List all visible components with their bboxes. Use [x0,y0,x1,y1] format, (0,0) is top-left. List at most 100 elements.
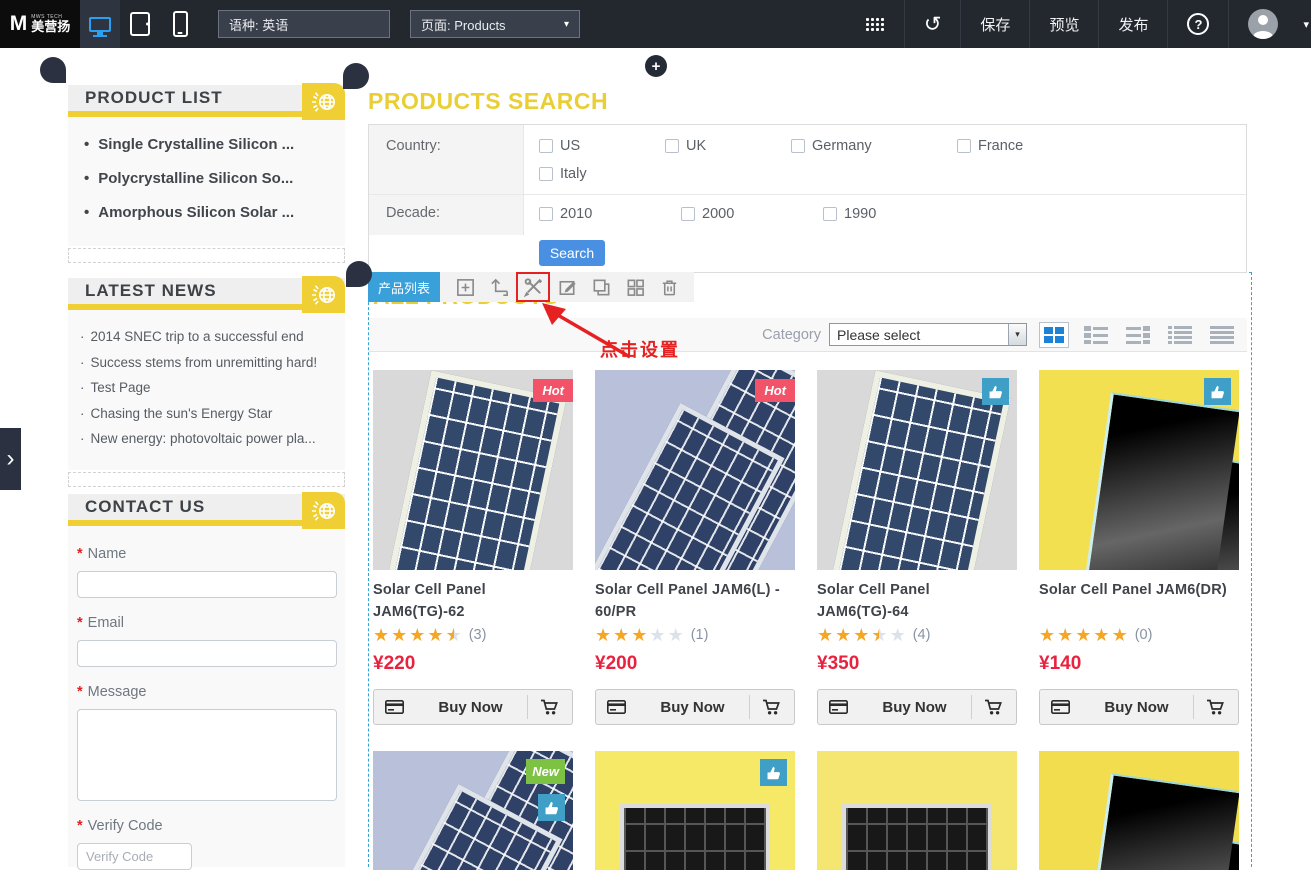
product-image[interactable]: Hot [595,370,795,570]
product-name[interactable]: Solar Cell Panel JAM6(DR) [1039,580,1239,622]
star-empty-icon: ★ [890,626,906,644]
product-image[interactable] [595,751,795,870]
help-icon: ? [1187,13,1209,35]
filter-checkbox-germany[interactable]: Germany [791,137,957,156]
drag-handle[interactable] [346,261,372,287]
filter-checkbox-us[interactable]: US [539,137,665,156]
category-dropdown[interactable]: Please select ▾ [829,323,1027,346]
view-grid-button[interactable] [1039,322,1069,348]
desktop-icon [89,17,111,32]
buy-now-button[interactable]: Buy Now [373,689,573,725]
brand-name: 美营扬 [31,20,70,33]
edit-widget-icon[interactable] [550,272,584,302]
buy-now-button[interactable]: Buy Now [1039,689,1239,725]
search-button[interactable]: Search [539,240,605,266]
category-bar: Category Please select ▾ [369,318,1247,352]
filter-checkbox-france[interactable]: France [957,137,1083,156]
product-card [817,751,1017,870]
news-link[interactable]: ·Test Page [80,380,337,395]
view-lines-button[interactable] [1207,322,1237,348]
product-list-widget: •Single Crystalline Silicon ... •Polycrys… [68,117,345,246]
product-card: Solar Cell Panel JAM6(DR) ★★★★★(0) ¥140 … [1039,370,1239,725]
language-select[interactable]: 语种: 英语 [218,10,390,38]
product-image[interactable]: Hot [373,370,573,570]
settings-tools-icon[interactable] [516,272,550,302]
preview-button[interactable]: 预览 [1030,0,1098,48]
plus-icon: + [652,58,661,75]
add-widget-icon[interactable] [448,272,482,302]
view-detail-list-button[interactable] [1165,322,1195,348]
drag-handle[interactable] [40,57,66,83]
review-count: (0) [1135,627,1153,643]
empty-widget-placeholder[interactable] [68,472,345,487]
name-field[interactable] [77,571,337,598]
empty-widget-placeholder[interactable] [68,248,345,263]
tablet-view-button[interactable] [120,0,160,48]
panel-expand-toggle[interactable]: › [0,428,21,490]
product-price: ¥350 [817,653,1017,675]
account-button[interactable] [1229,0,1297,48]
filter-checkbox-uk[interactable]: UK [665,137,791,156]
required-mark: * [77,684,83,700]
news-link[interactable]: ·2014 SNEC trip to a successful end [80,329,337,344]
news-link[interactable]: ·New energy: photovoltaic power pla... [80,431,337,446]
star-icon: ★ [409,626,425,644]
drag-handle[interactable] [343,63,369,89]
news-link[interactable]: ·Success stems from unremitting hard! [80,355,337,370]
filter-checkbox-italy[interactable]: Italy [539,165,665,184]
product-category-link[interactable]: •Amorphous Silicon Solar ... [84,204,335,221]
category-dropdown-value: Please select [830,327,1008,343]
history-button[interactable]: ↺ [905,0,961,48]
news-list: ·2014 SNEC trip to a successful end ·Succ… [68,310,345,446]
product-name[interactable]: Solar Cell Panel JAM6(L) - 60/PR [595,580,795,622]
help-button[interactable]: ? [1168,0,1228,48]
logo-mark: M [10,12,28,36]
filter-checkbox-2010[interactable]: 2010 [539,204,681,224]
buy-now-button[interactable]: Buy Now [817,689,1017,725]
desktop-view-button[interactable] [80,0,120,48]
product-image[interactable] [1039,751,1239,870]
star-icon: ★ [1093,626,1109,644]
delete-widget-icon[interactable] [652,272,686,302]
product-image[interactable]: New [373,751,573,870]
email-field[interactable] [77,640,337,667]
add-section-button[interactable]: + [645,55,667,77]
sun-globe-icon [302,276,345,313]
message-field[interactable] [77,709,337,801]
product-category-label: Polycrystalline Silicon So... [98,170,293,187]
resize-widget-icon[interactable] [482,272,516,302]
widget-tab-product-list[interactable]: 产品列表 [368,272,440,302]
verify-code-field[interactable] [77,843,192,870]
product-image[interactable] [1039,370,1239,570]
news-link[interactable]: ·Chasing the sun's Energy Star [80,406,337,421]
save-button[interactable]: 保存 [961,0,1029,48]
checkbox-icon [539,139,553,153]
product-name[interactable]: Solar Cell Panel JAM6(TG)-62 [373,580,573,622]
publish-button[interactable]: 发布 [1099,0,1167,48]
product-name[interactable]: Solar Cell Panel JAM6(TG)-64 [817,580,1017,622]
language-select-label: 语种: 英语 [229,15,288,34]
filter-checkbox-2000[interactable]: 2000 [681,204,823,224]
layout-grid-icon[interactable] [618,272,652,302]
product-image[interactable] [817,751,1017,870]
product-category-link[interactable]: •Single Crystalline Silicon ... [84,136,335,153]
components-grid-button[interactable] [846,0,904,48]
star-icon: ★ [1075,626,1091,644]
view-list-large-button[interactable] [1081,322,1111,348]
cart-icon [972,699,1016,716]
product-image[interactable] [817,370,1017,570]
mobile-view-button[interactable] [160,0,200,48]
product-card: Hot Solar Cell Panel JAM6(TG)-62 ★★★★★★(… [373,370,573,725]
filter-checkbox-1990[interactable]: 1990 [823,204,965,224]
copy-widget-icon[interactable] [584,272,618,302]
view-list-alt-button[interactable] [1123,322,1153,348]
message-label: *Message [77,684,336,700]
checkbox-icon [539,207,553,221]
buy-now-button[interactable]: Buy Now [595,689,795,725]
product-price: ¥220 [373,653,573,675]
product-category-link[interactable]: •Polycrystalline Silicon So... [84,170,335,187]
page-select[interactable]: 页面: Products ▾ [410,10,580,38]
verify-code-label: *Verify Code [77,818,336,834]
star-icon: ★ [835,626,851,644]
dot-icon: · [80,380,85,395]
